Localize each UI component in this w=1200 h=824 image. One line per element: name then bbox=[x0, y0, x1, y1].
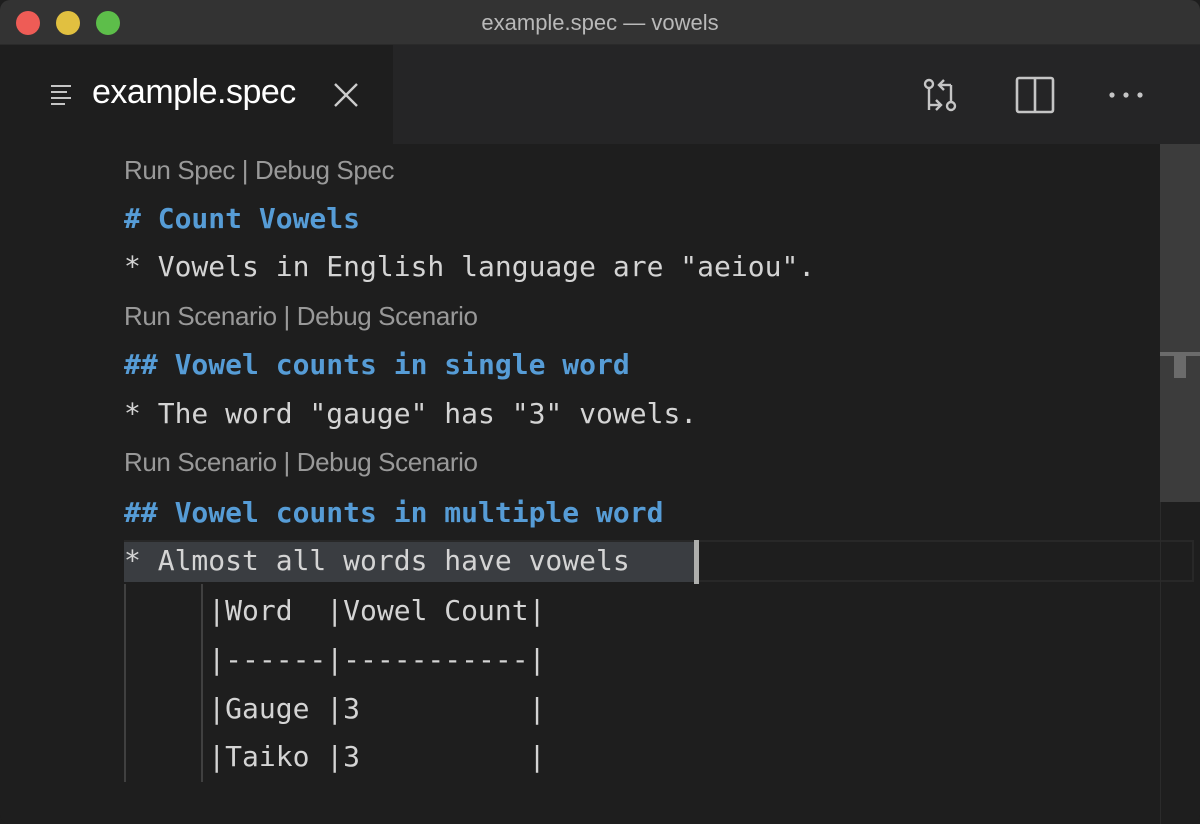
editor-area[interactable]: Run Spec | Debug Spec # Count Vowels * V… bbox=[0, 144, 1200, 824]
title-bar: example.spec — vowels bbox=[0, 0, 1200, 45]
vertical-scrollbar[interactable] bbox=[1160, 144, 1200, 502]
list-icon bbox=[51, 85, 71, 105]
editor-window: example.spec — vowels example.spec Run S… bbox=[0, 0, 1200, 824]
source-control-icon[interactable] bbox=[920, 75, 960, 115]
close-icon[interactable] bbox=[332, 81, 360, 109]
codelens-run-scenario[interactable]: Run Scenario | Debug Scenario bbox=[124, 292, 478, 340]
codelens-run-spec[interactable]: Run Spec | Debug Spec bbox=[124, 146, 394, 194]
code-line: * The word "gauge" has "3" vowels. bbox=[124, 397, 698, 430]
window-title: example.spec — vowels bbox=[481, 10, 719, 35]
split-editor-icon[interactable] bbox=[1015, 75, 1055, 115]
more-actions-icon[interactable] bbox=[1106, 75, 1146, 115]
table-row: |Word |Vowel Count| bbox=[124, 594, 546, 627]
scrollbar-cursor-marker bbox=[1174, 356, 1186, 378]
code-line: * Almost all words have vowels bbox=[124, 544, 630, 577]
tab-label: example.spec bbox=[92, 73, 296, 111]
tab-example-spec[interactable]: example.spec bbox=[0, 45, 393, 144]
table-row: |Taiko |3 | bbox=[124, 740, 546, 773]
table-row: |------|-----------| bbox=[124, 643, 546, 676]
tab-bar: example.spec bbox=[0, 45, 1200, 144]
text-cursor bbox=[694, 540, 699, 584]
table-row: |Gauge |3 | bbox=[124, 692, 546, 725]
code-line: * Vowels in English language are "aeiou"… bbox=[124, 250, 816, 283]
scenario-heading: ## Vowel counts in multiple word bbox=[124, 496, 664, 529]
scenario-heading: ## Vowel counts in single word bbox=[124, 348, 630, 381]
codelens-run-scenario[interactable]: Run Scenario | Debug Scenario bbox=[124, 438, 478, 486]
minimap-divider bbox=[1160, 502, 1161, 824]
spec-heading: # Count Vowels bbox=[124, 202, 361, 235]
